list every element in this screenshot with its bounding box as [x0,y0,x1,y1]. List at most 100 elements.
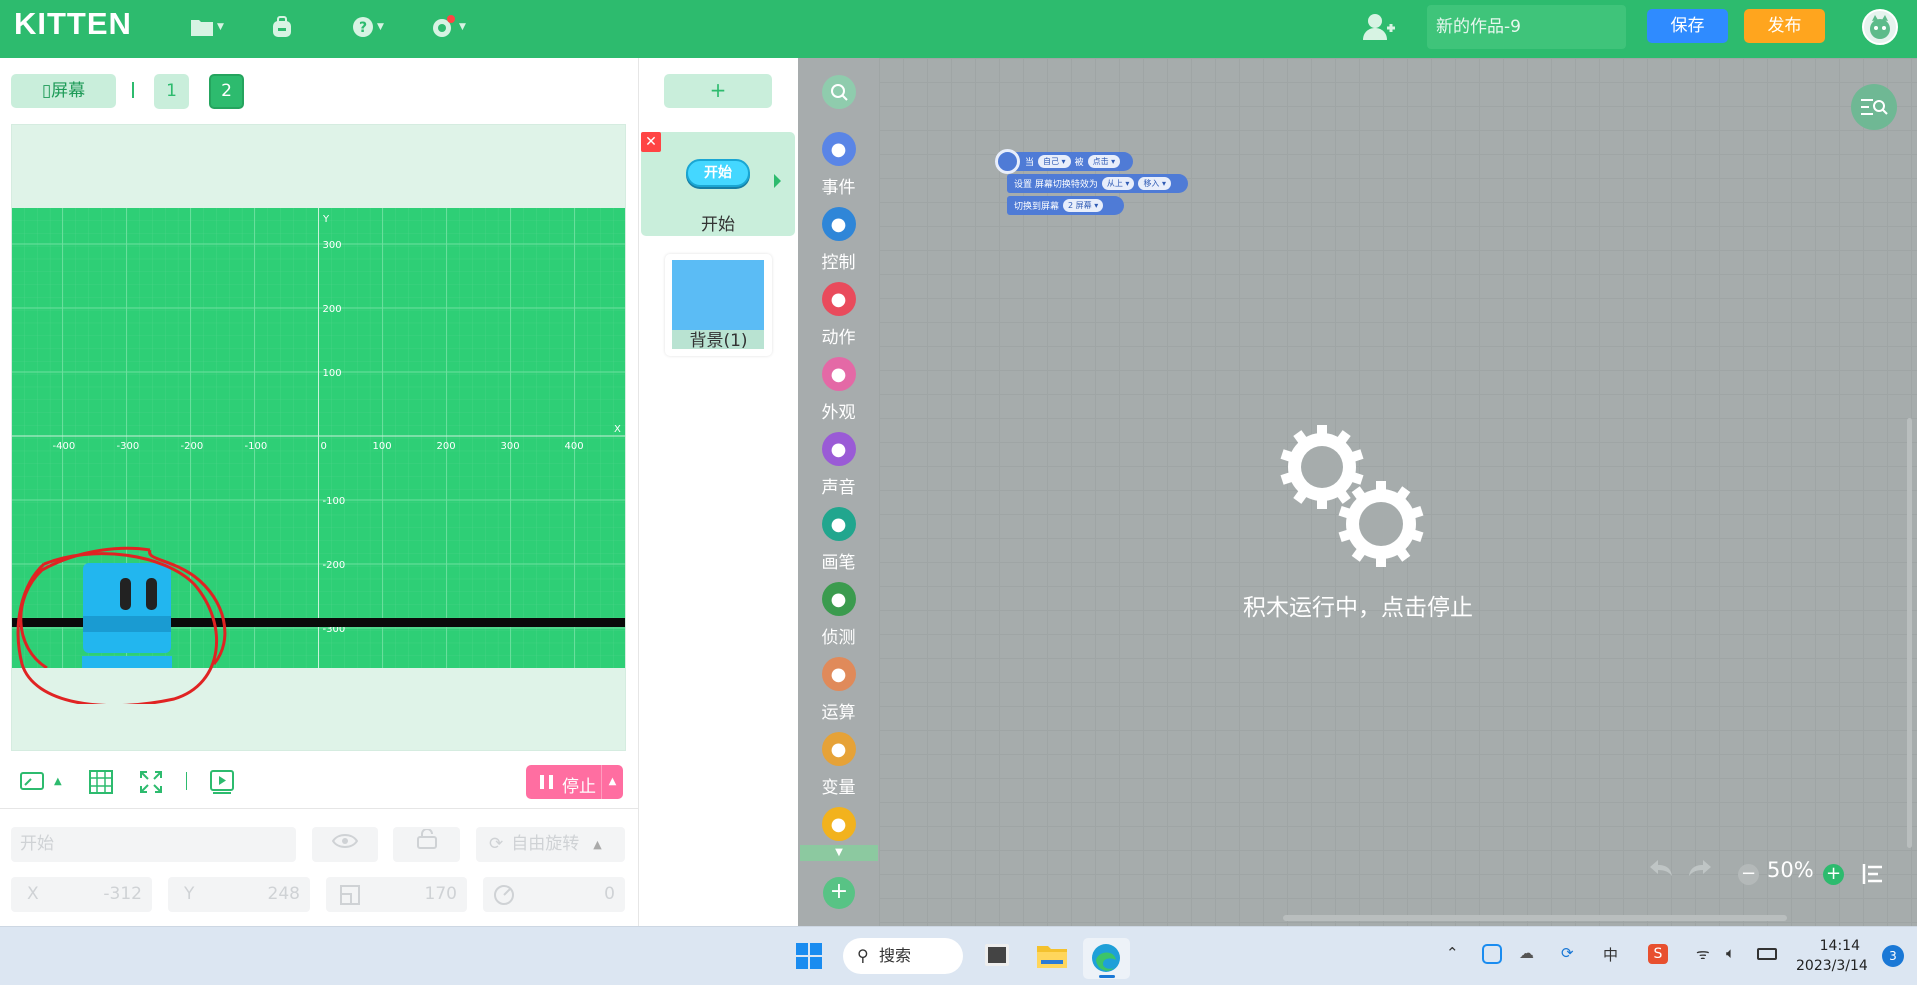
screen-button-label: 屏幕 [51,81,86,101]
set-transition-block[interactable]: 设置 屏幕切换特效为 从上 ▾ 移入 ▾ [1007,174,1188,193]
file-explorer-button[interactable] [1036,943,1068,973]
x-field-label: X [27,884,39,904]
cloud-sync-icon[interactable]: ☁ [1519,944,1534,962]
category-label: 变量 [821,778,856,798]
avatar[interactable] [1862,9,1898,45]
category-pen[interactable]: ● 画笔 [798,507,879,573]
add-extension-button[interactable]: + [823,877,855,909]
vertical-scrollbar[interactable] [1907,418,1912,848]
direction-dropdown[interactable]: 从上 ▾ [1101,177,1135,190]
notification-badge[interactable]: 3 [1882,945,1904,967]
backpack-icon [273,16,291,37]
stage-size-button[interactable]: ▲ [20,770,62,792]
help-menu[interactable]: ? ▼ [352,12,384,42]
wifi-icon[interactable]: ᯤ [1696,944,1710,964]
rotation-mode-select[interactable]: ⟳ 自由旋转 ▲ [476,827,625,862]
screen-tab-2[interactable]: 2 [209,74,244,109]
arrange-blocks-button[interactable] [1862,864,1884,888]
category-shirt[interactable]: ● 外观 [798,357,879,423]
x-field-value: -312 [103,884,142,904]
category-control[interactable]: ● 控制 [798,207,879,273]
block-search-button[interactable] [822,75,856,109]
lock-toggle[interactable] [393,827,460,862]
transition-dropdown[interactable]: 移入 ▾ [1138,177,1171,190]
resize-icon [20,772,44,790]
app-tray-icon[interactable] [1482,944,1502,964]
speaker-icon[interactable]: 🔈︎ [1726,944,1735,962]
file-menu[interactable]: ▼ [190,12,224,42]
sensor-icon: ● [821,582,856,616]
switch-screen-block[interactable]: 切换到屏幕 2 屏幕 ▾ [1007,196,1124,215]
target-dropdown[interactable]: 自己 ▾ [1038,155,1071,168]
chevron-down-icon[interactable]: ▼ [800,845,878,861]
category-sensor[interactable]: ● 侦测 [798,582,879,648]
task-view-icon[interactable] [985,944,1009,966]
project-name-input[interactable]: 新的作品-9 [1427,5,1626,49]
x-field[interactable]: X -312 [11,877,152,912]
x-tick-label: -200 [181,441,204,452]
category-list[interactable]: ● [798,807,879,848]
x-tick-label: -400 [53,441,76,452]
category-toggle[interactable]: ● 事件 [798,132,879,198]
publish-button[interactable]: 发布 [1744,9,1825,43]
input-method-icon[interactable]: S [1648,944,1668,964]
workspace-search-button[interactable] [1851,84,1897,130]
x-tick-label: -100 [245,441,268,452]
y-field[interactable]: Y 248 [168,877,310,912]
horizontal-scrollbar[interactable] [1283,915,1787,921]
battery-icon[interactable] [1757,948,1777,960]
triangle-up-icon: ▲ [593,838,602,851]
category-music[interactable]: ● 声音 [798,432,879,498]
grid-toggle[interactable] [89,770,113,794]
backpack-button[interactable] [270,12,294,42]
folder-icon [191,20,213,36]
save-button[interactable]: 保存 [1647,9,1728,43]
stop-button[interactable]: 停止 ▲ [526,765,623,799]
direction-field[interactable]: 0 [483,877,625,912]
clock-date: 2023/3/14 [1796,958,1868,974]
divider [0,808,638,809]
category-label: 控制 [821,253,856,273]
chevron-right-icon[interactable] [774,174,781,188]
screen-tab-1[interactable]: 1 [154,74,189,109]
start-button[interactable] [795,942,823,974]
undo-button[interactable] [1648,858,1674,883]
when-clicked-block[interactable]: 当 自己 ▾ 被 点击 ▾ [995,149,1133,174]
size-field[interactable]: 170 [326,877,467,912]
event-block-stack[interactable]: 当 自己 ▾ 被 点击 ▾ 设置 屏幕切换特效为 从上 ▾ 移入 ▾ 切换到屏幕… [995,149,1188,215]
event-dropdown[interactable]: 点击 ▾ [1087,155,1121,168]
preview-icon [210,770,234,794]
redo-button[interactable] [1687,858,1713,883]
chevron-up-icon[interactable]: ⌃ [1446,944,1459,962]
category-label: 事件 [821,178,856,198]
screen-dropdown[interactable]: 2 屏幕 ▾ [1063,199,1104,212]
screen-value: 2 屏幕 [1068,201,1092,210]
pen-icon: ● [821,507,856,541]
fullscreen-button[interactable] [139,770,163,794]
play-preview-button[interactable] [210,770,234,794]
triangle-up-icon[interactable]: ▲ [601,765,623,799]
category-motion[interactable]: ● 动作 [798,282,879,348]
zoom-out-button[interactable]: − [1738,864,1759,885]
visibility-toggle[interactable] [312,827,378,862]
ime-indicator[interactable]: 中 [1603,944,1618,965]
sprite-name-input[interactable]: 开始 [11,827,296,862]
zoom-in-button[interactable]: + [1823,864,1844,885]
screen-button[interactable]: ▯屏幕 [11,74,116,108]
edge-button[interactable] [1083,938,1130,979]
gears-icon[interactable] [1270,420,1430,580]
add-sprite-button[interactable]: + [664,74,772,108]
sync-icon[interactable]: ⟳ [1561,944,1574,962]
settings-menu[interactable]: ▼ [430,12,466,42]
clock-time: 14:14 [1819,938,1860,954]
category-variable[interactable]: ● 变量 [798,732,879,798]
taskbar-search[interactable]: ⚲ 搜索 [843,938,963,974]
running-message[interactable]: 积木运行中，点击停止 [1199,588,1517,622]
pause-icon [540,775,553,789]
collaborate-button[interactable] [1362,12,1396,46]
close-icon[interactable]: ✕ [641,132,661,152]
category-math[interactable]: ● 运算 [798,657,879,723]
taskbar-clock[interactable]: 14:14 2023/3/14 [1796,936,1868,976]
category-label: 画笔 [821,553,856,573]
eye-icon [331,834,359,848]
